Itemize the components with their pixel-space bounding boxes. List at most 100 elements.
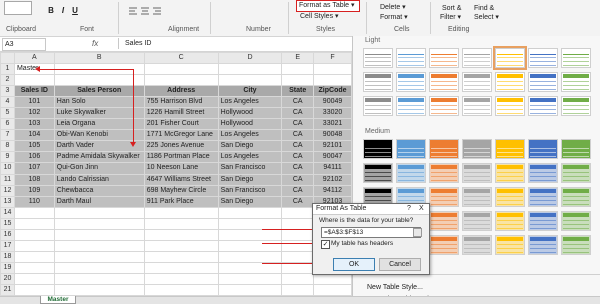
select-button[interactable]: Select ▾ bbox=[474, 13, 508, 23]
table-style-swatch[interactable] bbox=[495, 139, 525, 159]
cell[interactable] bbox=[13, 74, 55, 87]
table-data-cell[interactable]: 104 bbox=[13, 129, 55, 142]
new-table-style-link[interactable]: New Table Style... bbox=[367, 284, 423, 291]
row-header[interactable]: 9 bbox=[0, 151, 15, 164]
cell[interactable] bbox=[217, 63, 283, 76]
table-header-cell[interactable]: ZipCode bbox=[313, 85, 352, 98]
table-data-cell[interactable]: 90047 bbox=[313, 151, 352, 164]
cell[interactable] bbox=[217, 283, 283, 296]
table-style-swatch[interactable] bbox=[429, 48, 459, 68]
table-style-swatch[interactable] bbox=[561, 48, 591, 68]
table-style-swatch[interactable] bbox=[363, 48, 393, 68]
table-data-cell[interactable]: 108 bbox=[13, 173, 55, 186]
table-data-cell[interactable]: Luke Skywalker bbox=[53, 107, 145, 120]
row-header[interactable]: 10 bbox=[0, 162, 15, 175]
table-style-swatch[interactable] bbox=[429, 235, 459, 255]
cell[interactable] bbox=[281, 261, 315, 274]
cell[interactable] bbox=[53, 250, 145, 263]
table-data-cell[interactable]: 911 Park Place bbox=[143, 195, 219, 208]
table-header-cell[interactable]: Address bbox=[143, 85, 219, 98]
table-data-cell[interactable]: San Francisco bbox=[217, 184, 283, 197]
table-data-cell[interactable]: Qui-Gon Jinn bbox=[53, 162, 145, 175]
table-data-cell[interactable]: CA bbox=[281, 151, 315, 164]
table-style-swatch[interactable] bbox=[462, 48, 492, 68]
column-header-c[interactable]: C bbox=[143, 52, 219, 65]
cell[interactable] bbox=[281, 228, 315, 241]
table-style-swatch[interactable] bbox=[429, 187, 459, 207]
table-data-cell[interactable]: 92102 bbox=[313, 173, 352, 186]
format-as-table-button[interactable]: Format as Table ▾ bbox=[296, 0, 360, 12]
table-style-swatch[interactable] bbox=[561, 211, 591, 231]
table-style-swatch[interactable] bbox=[462, 139, 492, 159]
table-data-cell[interactable]: 90048 bbox=[313, 129, 352, 142]
table-data-cell[interactable]: CA bbox=[281, 129, 315, 142]
cell[interactable] bbox=[13, 206, 55, 219]
filter-button[interactable]: Filter ▾ bbox=[440, 13, 474, 23]
row-header[interactable]: 18 bbox=[0, 250, 15, 263]
table-data-cell[interactable]: 4647 Williams Street bbox=[143, 173, 219, 186]
row-header[interactable]: 5 bbox=[0, 107, 15, 120]
column-header-d[interactable]: D bbox=[217, 52, 283, 65]
table-style-swatch[interactable] bbox=[462, 235, 492, 255]
table-data-cell[interactable]: 107 bbox=[13, 162, 55, 175]
table-style-swatch[interactable] bbox=[363, 163, 393, 183]
row-header[interactable]: 13 bbox=[0, 195, 15, 208]
column-header-f[interactable]: F bbox=[313, 52, 352, 65]
table-style-swatch[interactable] bbox=[561, 235, 591, 255]
cell[interactable] bbox=[217, 74, 283, 87]
table-data-cell[interactable]: San Diego bbox=[217, 195, 283, 208]
table-data-cell[interactable]: CA bbox=[281, 184, 315, 197]
row-header[interactable]: 11 bbox=[0, 173, 15, 186]
table-style-swatch[interactable] bbox=[396, 139, 426, 159]
paste-button[interactable] bbox=[4, 1, 32, 15]
headers-checkbox[interactable]: ✓ bbox=[321, 240, 330, 249]
table-style-swatch[interactable] bbox=[429, 163, 459, 183]
table-data-cell[interactable]: Hollywood bbox=[217, 107, 283, 120]
cell[interactable] bbox=[217, 239, 283, 252]
cell[interactable] bbox=[217, 206, 283, 219]
table-data-cell[interactable]: 109 bbox=[13, 184, 55, 197]
underline-button[interactable]: U bbox=[70, 6, 80, 16]
ok-button[interactable]: OK bbox=[333, 258, 375, 271]
table-style-swatch[interactable] bbox=[528, 187, 558, 207]
row-header[interactable]: 2 bbox=[0, 74, 15, 87]
table-style-swatch[interactable] bbox=[561, 139, 591, 159]
table-style-swatch[interactable] bbox=[561, 163, 591, 183]
cell[interactable] bbox=[217, 272, 283, 285]
table-data-cell[interactable]: Darth Maul bbox=[53, 195, 145, 208]
table-data-cell[interactable]: 102 bbox=[13, 107, 55, 120]
cell[interactable] bbox=[13, 261, 55, 274]
table-style-swatch[interactable] bbox=[495, 163, 525, 183]
table-style-swatch[interactable] bbox=[462, 72, 492, 92]
cell[interactable] bbox=[281, 283, 315, 296]
row-header[interactable]: 15 bbox=[0, 217, 15, 230]
cell[interactable] bbox=[53, 228, 145, 241]
cell[interactable] bbox=[217, 261, 283, 274]
fx-icon[interactable]: fx bbox=[92, 38, 112, 49]
cell[interactable] bbox=[143, 272, 219, 285]
worksheet-grid[interactable]: A B C D E F 1 Master 2 3 Sales ID Sales Person Addre… bbox=[0, 52, 352, 296]
table-style-swatch[interactable] bbox=[363, 96, 393, 116]
cell[interactable] bbox=[281, 217, 315, 230]
cell[interactable] bbox=[13, 239, 55, 252]
cell[interactable] bbox=[313, 283, 352, 296]
cell[interactable] bbox=[143, 239, 219, 252]
column-header-a[interactable]: A bbox=[13, 52, 55, 65]
help-icon[interactable]: ? bbox=[407, 205, 411, 212]
close-icon[interactable]: X bbox=[419, 205, 424, 212]
row-header[interactable]: 7 bbox=[0, 129, 15, 142]
cell-styles-button[interactable]: Cell Styles ▾ bbox=[300, 12, 356, 22]
table-header-cell[interactable]: State bbox=[281, 85, 315, 98]
align-buttons[interactable] bbox=[128, 5, 164, 17]
cell[interactable] bbox=[281, 74, 315, 87]
table-data-cell[interactable]: Los Angeles bbox=[217, 96, 283, 109]
collapse-range-icon[interactable] bbox=[413, 228, 422, 237]
cell[interactable] bbox=[217, 250, 283, 263]
cancel-button[interactable]: Cancel bbox=[379, 258, 421, 271]
table-data-cell[interactable]: 33020 bbox=[313, 107, 352, 120]
cell[interactable] bbox=[313, 63, 352, 76]
table-data-cell[interactable]: CA bbox=[281, 173, 315, 186]
bold-button[interactable]: B bbox=[46, 6, 56, 16]
cell[interactable] bbox=[313, 74, 352, 87]
cell[interactable] bbox=[53, 283, 145, 296]
